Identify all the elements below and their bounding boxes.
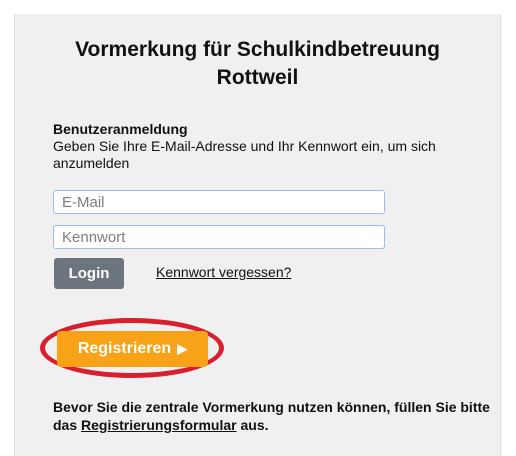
registration-form-link[interactable]: Registrierungsformular — [81, 417, 237, 433]
forgot-password-link[interactable]: Kennwort vergessen? — [156, 264, 291, 280]
login-description: Geben Sie Ihre E-Mail-Adresse und Ihr Ke… — [53, 138, 436, 171]
page-title: Vormerkung für Schulkindbetreuung Rottwe… — [15, 36, 500, 92]
page-title-line2: Rottweil — [216, 66, 299, 89]
password-input[interactable] — [53, 225, 385, 249]
play-arrow-icon: ▶ — [177, 341, 188, 356]
login-heading: Benutzeranmeldung — [53, 121, 188, 137]
register-button-label: Registrieren — [77, 340, 172, 357]
login-button[interactable]: Login — [54, 258, 124, 289]
email-input[interactable] — [53, 190, 385, 214]
register-info-text: Bevor Sie die zentrale Vormerkung nutzen… — [53, 398, 493, 434]
registration-panel: Vormerkung für Schulkindbetreuung Rottwe… — [14, 14, 501, 456]
register-button[interactable]: Registrieren ▶ — [57, 331, 208, 367]
register-info-after: aus. — [236, 417, 269, 433]
page-title-line1: Vormerkung für Schulkindbetreuung — [75, 38, 440, 61]
